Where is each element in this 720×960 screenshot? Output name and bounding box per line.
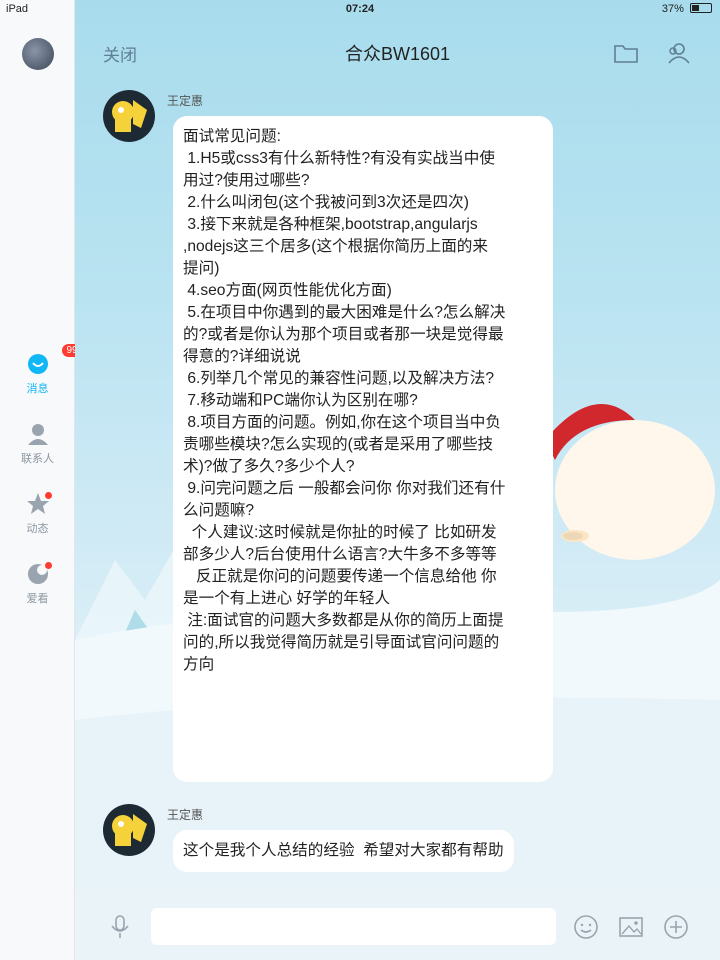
message-line: 提问): [183, 260, 220, 277]
watch-icon: [26, 562, 52, 586]
sender-name: 王定惠: [167, 94, 204, 108]
sidebar-item-messages[interactable]: 99+ 消息: [0, 344, 89, 396]
message-line: 2.什么叫闭包(这个我被问到3次还是四次): [183, 194, 469, 211]
message-line: ,nodejs这三个居多(这个根据你简历上面的来: [183, 238, 488, 255]
sidebar-item-moments[interactable]: 动态: [0, 492, 75, 536]
message-line: 7.移动端和PC端你认为区别在哪?: [183, 392, 418, 409]
message-line: 得意的?详细说说: [183, 348, 301, 365]
message-line: 面试常见问题:: [183, 128, 281, 145]
message-line: 5.在项目中你遇到的最大困难是什么?怎么解决: [183, 304, 506, 321]
message-line: 术)?做了多久?多少个人?: [183, 458, 355, 475]
contact-person-icon: [26, 422, 50, 446]
message-line: 3.接下来就是各种框架,bootstrap,angularjs: [183, 216, 478, 233]
star-icon: [26, 492, 52, 516]
chat-header: 关闭 合众BW1601: [75, 20, 720, 84]
message-bubble[interactable]: 面试常见问题: 1.H5或css3有什么新特性?有没有实战当中使 用过?使用过哪…: [173, 116, 553, 782]
battery-percent: 37%: [661, 3, 684, 15]
message-line: 部多少人?后台使用什么语言?大牛多不多等等: [183, 546, 497, 563]
message-line: 用过?使用过哪些?: [183, 172, 310, 189]
battery-indicator: 37%: [662, 3, 712, 15]
message-line: 8.项目方面的问题。例如,你在这个项目当中负: [183, 414, 501, 431]
message-bubble[interactable]: 这个是我个人总结的经验 希望对大家都有帮助: [173, 830, 514, 872]
emoji-icon[interactable]: [573, 914, 599, 940]
user-avatar[interactable]: [22, 38, 54, 70]
message-line: 6.列举几个常见的兼容性问题,以及解决方法?: [183, 370, 495, 387]
status-bar: iPad 07:24 37%: [0, 0, 720, 20]
message-line: 9.问完问题之后 一般都会问你 你对我们还有什: [183, 480, 506, 497]
sender-avatar[interactable]: [103, 90, 155, 142]
sidebar-item-contacts[interactable]: 联系人: [0, 422, 75, 466]
message-input[interactable]: [151, 908, 556, 945]
sidebar-item-label: 爱看: [26, 593, 49, 605]
input-bar: [75, 890, 720, 960]
message-line: 责哪些模块?怎么实现的(或者是采用了哪些技: [183, 436, 494, 453]
group-members-icon[interactable]: [665, 41, 691, 65]
sidebar-item-label: 动态: [26, 523, 49, 535]
sender-name: 王定惠: [167, 808, 204, 822]
sidebar: 99+ 消息 联系人 动态 爱看: [0, 0, 89, 960]
chat-bubble-icon: 99+: [26, 344, 89, 376]
message-line: 1.H5或css3有什么新特性?有没有实战当中使: [183, 150, 495, 167]
folder-icon[interactable]: [613, 41, 639, 65]
battery-icon: [690, 3, 712, 13]
message-line: 是一个有上进心 好学的年轻人: [183, 590, 391, 607]
clock: 07:24: [345, 3, 375, 15]
message-line: 这个是我个人总结的经验 希望对大家都有帮助: [183, 842, 504, 859]
microphone-icon[interactable]: [107, 914, 133, 940]
message-line: 注:面试官的问题大多数都是从你的简历上面提: [183, 612, 504, 629]
chat-window: 关闭 合众BW1601 王定惠 面试常见问题: 1.H5或css3有什么新特性?…: [75, 0, 720, 960]
message-line: 的?或者是你认为那个项目或者那一块是觉得最: [183, 326, 504, 343]
message-line: 个人建议:这时候就是你扯的时候了 比如研发: [183, 524, 497, 541]
message-line: 反正就是你问的问题要传递一个信息给他 你: [183, 568, 497, 585]
image-icon[interactable]: [618, 914, 644, 940]
plus-icon[interactable]: [663, 914, 689, 940]
message-line: 么问题嘛?: [183, 502, 255, 519]
notification-dot: [44, 492, 52, 499]
sender-avatar[interactable]: [103, 804, 155, 856]
sidebar-item-watch[interactable]: 爱看: [0, 562, 75, 606]
notification-dot: [44, 562, 52, 569]
message-line: 方向: [183, 656, 215, 673]
message-line: 4.seo方面(网页性能优化方面): [183, 282, 392, 299]
sidebar-item-label: 消息: [26, 383, 49, 395]
sidebar-item-label: 联系人: [21, 453, 54, 465]
message-line: 问的,所以我觉得简历就是引导面试官问问题的: [183, 634, 500, 651]
